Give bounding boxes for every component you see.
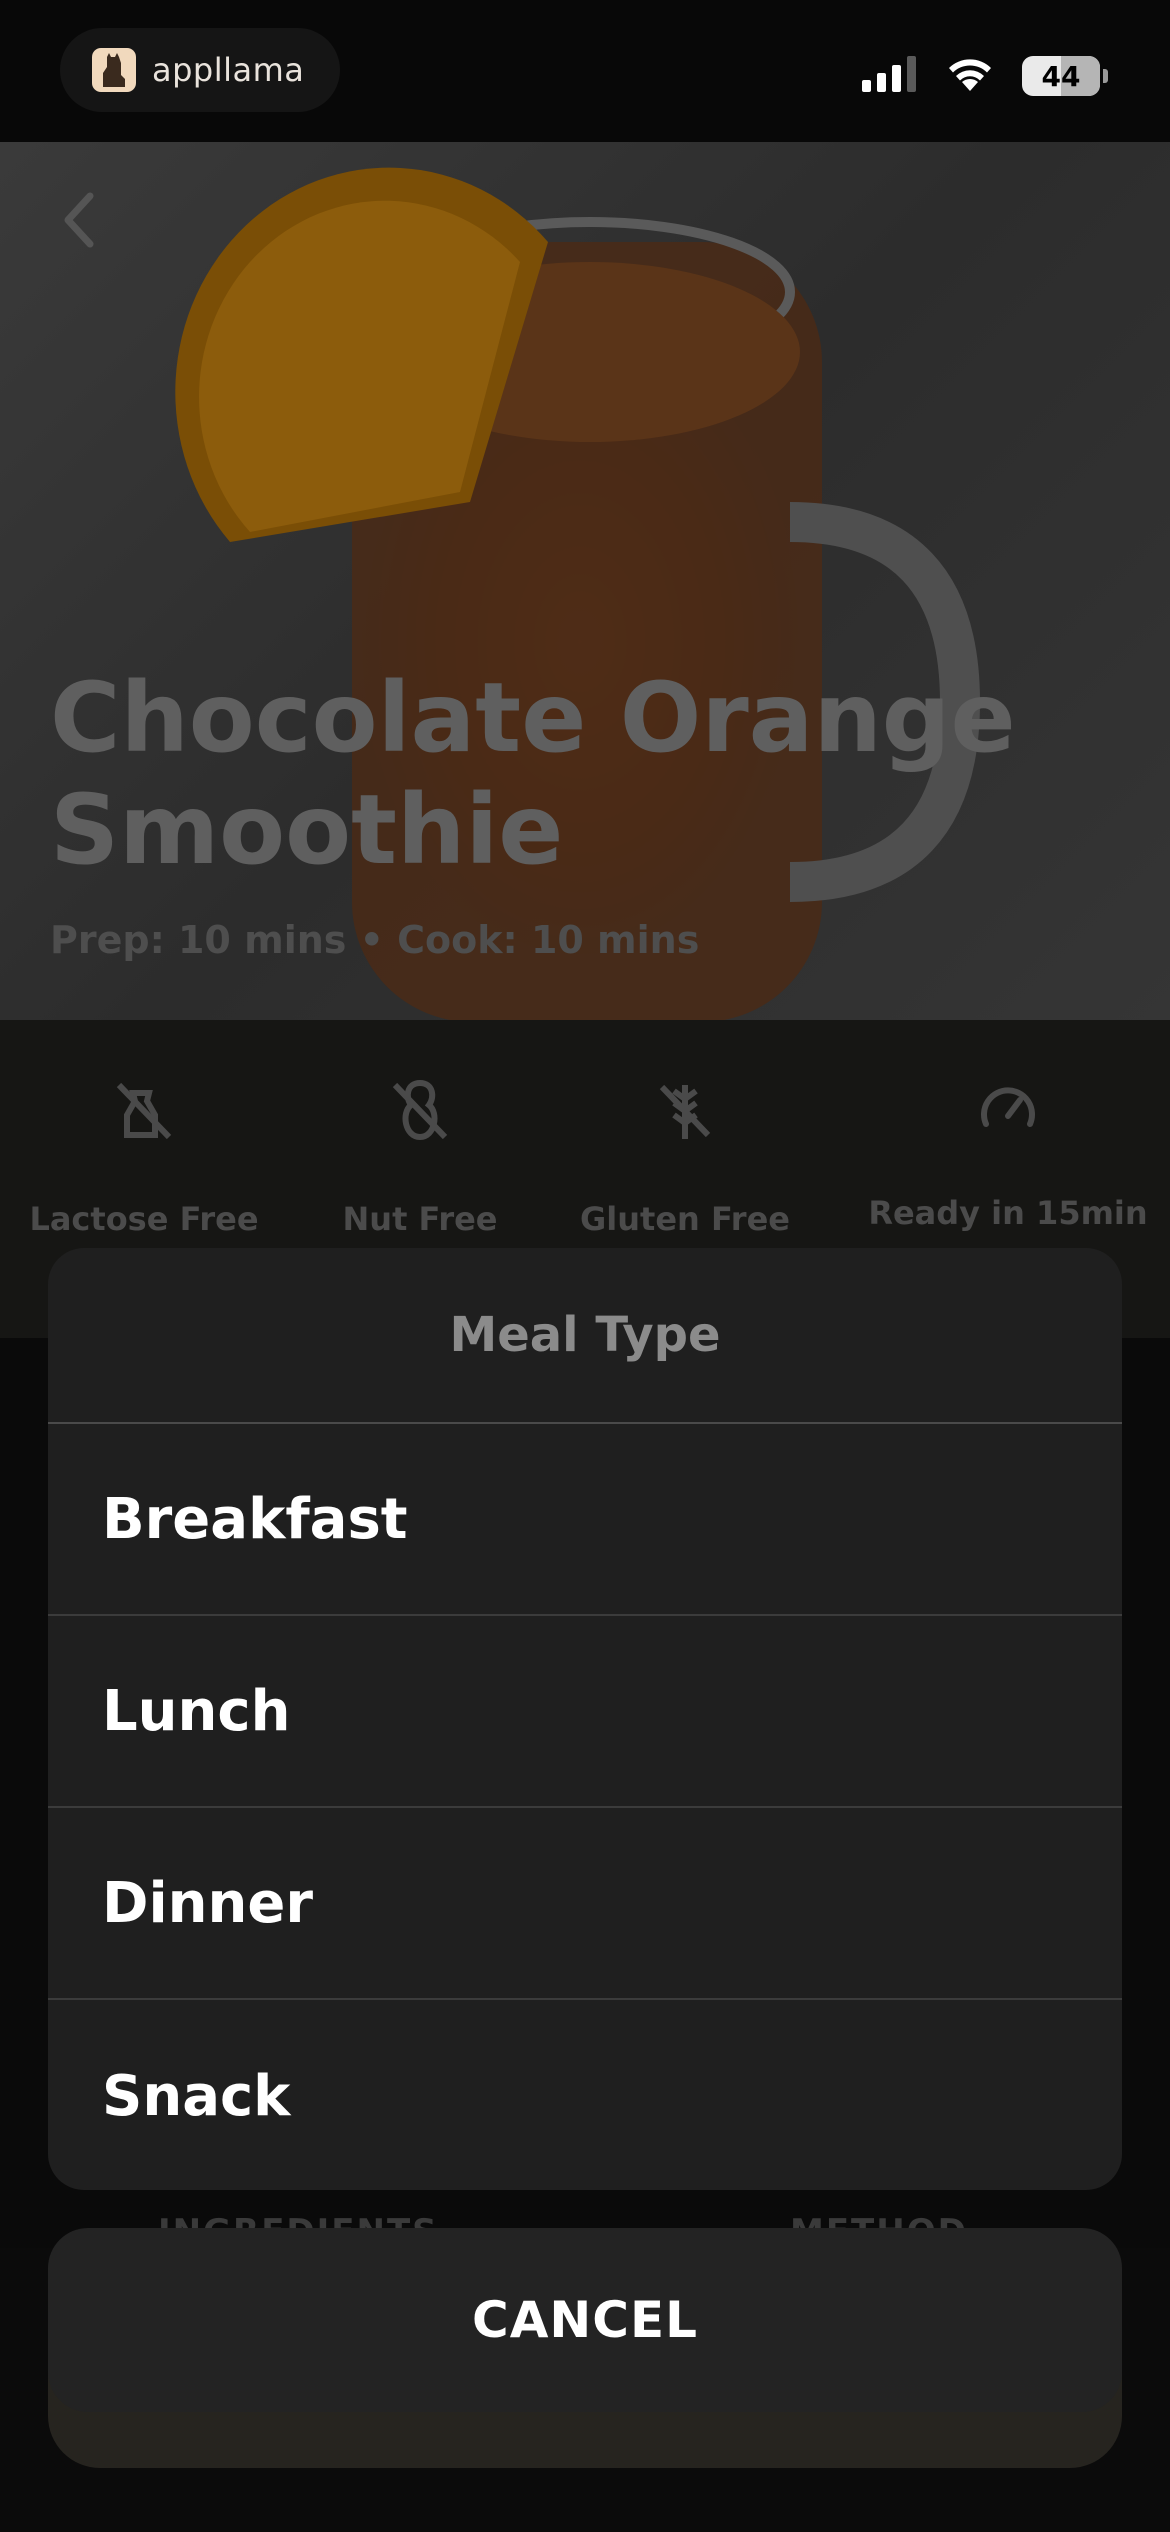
badge-label: Nut Free — [342, 1200, 498, 1238]
battery-level: 44 — [1041, 59, 1081, 93]
badge-lactose-free: Lactose Free — [14, 1060, 274, 1238]
no-dairy-icon — [14, 1060, 274, 1160]
back-chevron-icon[interactable] — [60, 190, 100, 250]
recipe-hero: Chocolate Orange Smoothie Prep: 10 mins … — [0, 142, 1170, 1020]
option-dinner[interactable]: Dinner — [48, 1808, 1122, 2000]
speedometer-icon — [868, 1060, 1148, 1160]
brand-name: appllama — [152, 51, 305, 89]
meal-type-action-sheet: Meal Type Breakfast Lunch Dinner Snack — [48, 1248, 1122, 2190]
battery-icon: 44 — [1022, 56, 1108, 96]
signal-icon — [862, 56, 918, 96]
recipe-times: Prep: 10 mins • Cook: 10 mins — [50, 918, 700, 962]
option-lunch[interactable]: Lunch — [48, 1616, 1122, 1808]
badge-nut-free: Nut Free — [290, 1060, 550, 1238]
badge-label: Ready in 15min — [868, 1194, 1148, 1232]
option-breakfast[interactable]: Breakfast — [48, 1424, 1122, 1616]
action-sheet-title: Meal Type — [48, 1248, 1122, 1424]
badge-label: Gluten Free — [580, 1200, 790, 1238]
status-bar: appllama 44 — [0, 0, 1170, 142]
recipe-title: Chocolate Orange Smoothie — [50, 662, 1016, 886]
no-nut-icon — [290, 1060, 550, 1160]
badge-gluten-free: Gluten Free — [555, 1060, 815, 1238]
llama-logo-icon — [92, 48, 136, 92]
wifi-icon — [944, 55, 996, 97]
brand-pill[interactable]: appllama — [60, 28, 340, 112]
badge-label: Lactose Free — [29, 1200, 259, 1238]
smoothie-photo — [175, 167, 981, 1020]
status-icons: 44 — [862, 52, 1108, 100]
option-snack[interactable]: Snack — [48, 2000, 1122, 2190]
no-gluten-icon — [555, 1060, 815, 1160]
cancel-button[interactable]: CANCEL — [48, 2228, 1122, 2412]
badge-ready-time: Ready in 15min — [868, 1060, 1148, 1232]
